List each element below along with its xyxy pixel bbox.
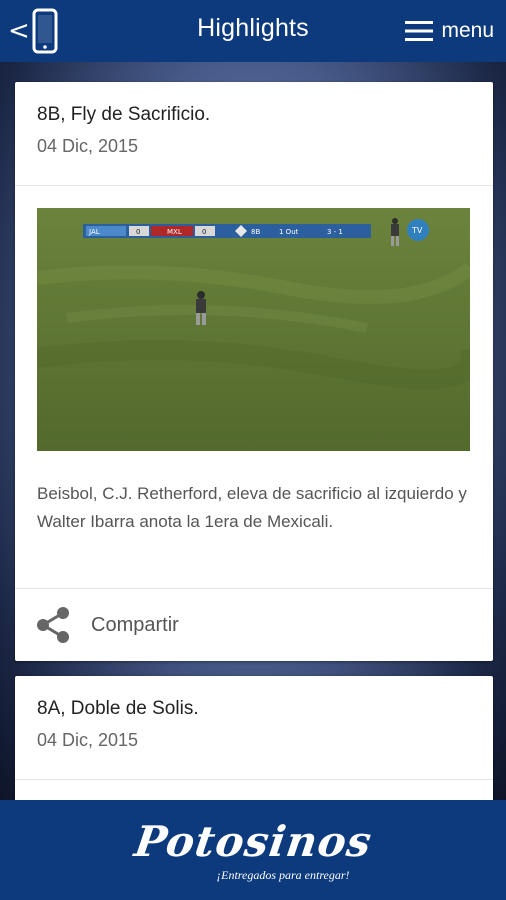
card-title: 8A, Doble de Solis. [37,698,199,719]
card-date: 04 Dic, 2015 [37,136,139,156]
outs: 1 Out [279,228,299,236]
card-description: Beisbol, C.J. Retherford, eleva de sacri… [37,484,467,531]
card-header: 8B, Fly de Sacrificio. 04 Dic, 2015 [15,82,493,186]
highlight-card[interactable]: 8A, Doble de Solis. 04 Dic, 2015 [15,676,493,816]
potosinos-logo: Potosinos [131,817,375,866]
logo-tagline: ¡Entregados para entregar! [216,868,350,882]
inning: 8B [251,228,260,236]
score-away: 0 [136,228,140,236]
menu-label: menu [441,19,494,42]
card-title: 8B, Fly de Sacrificio. [37,104,211,125]
share-button[interactable]: Compartir [15,588,493,661]
team-away: JAL [88,228,100,236]
score-home: 0 [202,228,206,236]
share-icon [37,607,69,643]
video-thumbnail[interactable]: JAL 0 MXL 0 8B 1 Out 3 - 1 TV [37,208,470,451]
video-frame: JAL 0 MXL 0 8B 1 Out 3 - 1 TV [37,208,470,451]
card-date: 04 Dic, 2015 [37,730,139,750]
share-label: Compartir [91,613,179,636]
menu-button[interactable]: menu [405,14,494,48]
card-header: 8A, Doble de Solis. 04 Dic, 2015 [15,676,493,780]
highlight-card: 8B, Fly de Sacrificio. 04 Dic, 2015 JAL … [15,82,493,661]
svg-text:TV: TV [411,226,423,235]
hamburger-icon [405,21,434,41]
team-home: MXL [167,228,182,236]
footer-banner: Potosinos ¡Entregados para entregar! [0,800,506,900]
count: 3 - 1 [327,228,343,236]
app-header: < Highlights menu [0,0,506,62]
